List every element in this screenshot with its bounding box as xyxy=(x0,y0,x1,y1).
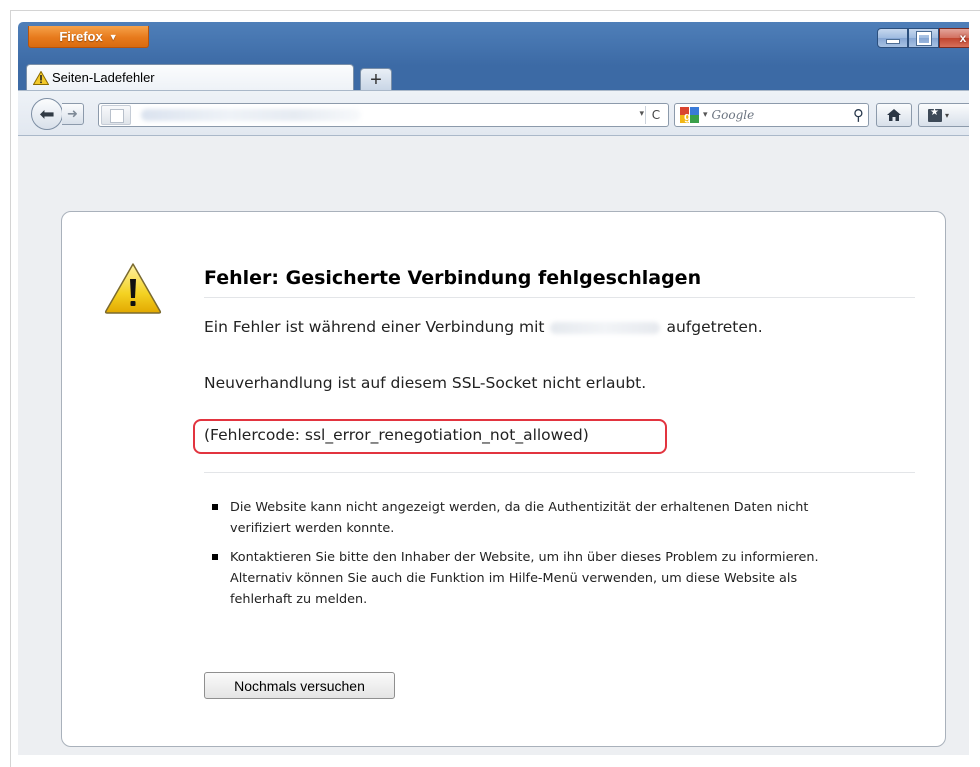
new-tab-button[interactable]: + xyxy=(360,68,392,90)
reload-button[interactable]: C xyxy=(645,106,666,124)
title-bar: Firefox ▼ x xyxy=(18,22,969,64)
close-icon: x xyxy=(959,31,967,45)
firefox-menu-label: Firefox xyxy=(59,29,103,44)
chevron-down-icon: ▾ xyxy=(945,110,950,120)
minimize-button[interactable] xyxy=(877,28,908,48)
error-code: (Fehlercode: ssl_error_renegotiation_not… xyxy=(204,426,589,444)
reload-icon: C xyxy=(651,108,661,122)
url-dropdown-icon[interactable]: ▾ xyxy=(639,109,644,119)
back-arrow-icon: ⬅ xyxy=(39,103,55,125)
list-item: Die Website kann nicht angezeigt werden,… xyxy=(210,497,850,539)
home-button[interactable] xyxy=(876,103,912,127)
warning-triangle-icon xyxy=(104,263,162,314)
minimize-icon xyxy=(885,39,900,44)
plus-icon: + xyxy=(370,68,382,91)
back-button[interactable]: ⬅ xyxy=(31,98,63,130)
error-panel: Fehler: Gesicherte Verbindung fehlgeschl… xyxy=(61,211,946,747)
bookmarks-icon xyxy=(928,107,942,122)
firefox-menu-button[interactable]: Firefox ▼ xyxy=(28,26,149,48)
google-engine-icon[interactable]: g xyxy=(679,106,701,124)
home-icon xyxy=(887,109,901,121)
site-identity-icon[interactable] xyxy=(101,105,131,125)
forward-button[interactable]: ➜ xyxy=(62,103,84,125)
url-bar[interactable]: ▾ C xyxy=(98,103,669,127)
tab-error-page[interactable]: Seiten-Ladefehler xyxy=(26,64,354,90)
bookmarks-button[interactable]: ▾ xyxy=(918,103,969,127)
divider xyxy=(204,472,915,473)
maximize-button[interactable] xyxy=(908,28,939,48)
error-title: Fehler: Gesicherte Verbindung fehlgeschl… xyxy=(204,267,915,298)
chevron-down-icon: ▼ xyxy=(108,31,118,42)
page-content: Fehler: Gesicherte Verbindung fehlgeschl… xyxy=(18,136,969,755)
error-description-suffix: aufgetreten. xyxy=(666,318,763,336)
search-icon[interactable]: ⚲ xyxy=(853,106,864,124)
error-description-prefix: Ein Fehler ist während einer Verbindung … xyxy=(204,318,545,336)
maximize-icon xyxy=(916,31,931,45)
hostname-redacted xyxy=(550,321,661,334)
list-item: Kontaktieren Sie bitte den Inhaber der W… xyxy=(210,547,850,610)
error-detail: Neuverhandlung ist auf diesem SSL-Socket… xyxy=(204,374,647,392)
error-hints-list: Die Website kann nicht angezeigt werden,… xyxy=(210,497,850,618)
navigation-toolbar: ⬅ ➜ ▾ C g ▾ Google ⚲ ★ ▾ xyxy=(18,90,969,136)
search-input[interactable]: Google xyxy=(712,108,755,122)
close-button[interactable]: x xyxy=(939,28,969,48)
forward-arrow-icon: ➜ xyxy=(67,106,78,122)
error-description: Ein Fehler ist während einer Verbindung … xyxy=(204,318,763,336)
retry-button[interactable]: Nochmals versuchen xyxy=(204,672,395,699)
search-bar[interactable]: g ▾ Google ⚲ xyxy=(674,103,869,127)
url-text-redacted xyxy=(141,109,361,121)
firefox-window: Firefox ▼ x Seiten-Ladefehler + ⬅ ➜ ▾ C … xyxy=(18,22,969,755)
search-engine-dropdown-icon[interactable]: ▾ xyxy=(703,110,708,120)
tab-title: Seiten-Ladefehler xyxy=(52,70,155,85)
window-controls: x xyxy=(877,28,969,48)
svg-text:g: g xyxy=(684,111,691,123)
warning-icon xyxy=(33,70,49,85)
